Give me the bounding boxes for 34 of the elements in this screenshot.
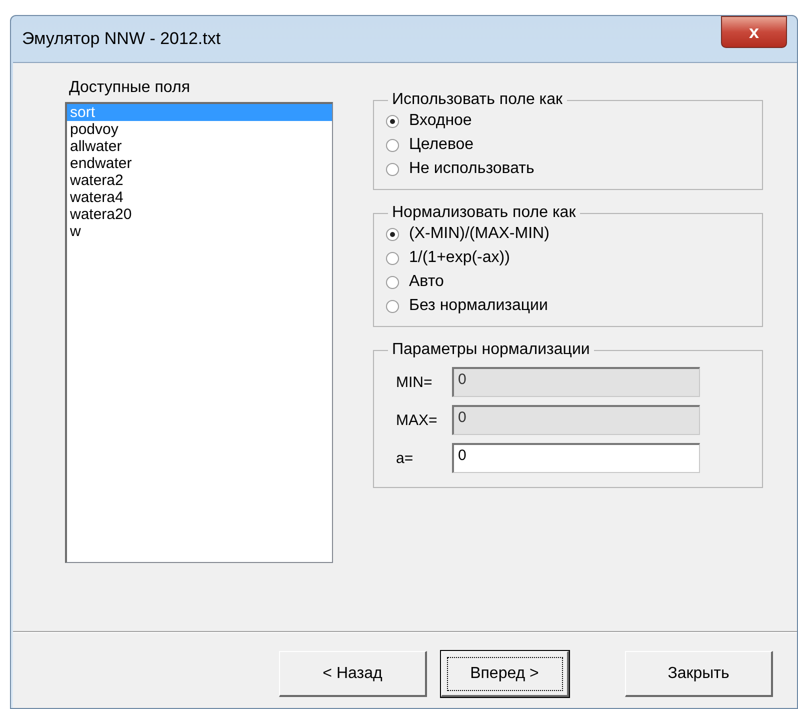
option-label: Входное bbox=[409, 112, 472, 130]
dialog-button[interactable]: Вперед > bbox=[441, 651, 569, 697]
list-item[interactable]: watera2 bbox=[67, 172, 332, 189]
radio-button[interactable] bbox=[386, 162, 399, 176]
group-title: Параметры нормализации bbox=[391, 341, 591, 359]
list-item[interactable]: w bbox=[67, 223, 332, 240]
list-item[interactable]: watera20 bbox=[67, 206, 332, 223]
param-label: MAX= bbox=[396, 412, 438, 431]
radio-button[interactable] bbox=[386, 114, 399, 128]
list-item[interactable]: allwater bbox=[67, 138, 332, 155]
option-label: Авто bbox=[409, 273, 444, 291]
radio-button[interactable] bbox=[386, 252, 399, 264]
option-label: (X-MIN)/(MAX-MIN) bbox=[409, 225, 550, 243]
radio-button[interactable] bbox=[386, 300, 399, 312]
list-item[interactable]: watera4 bbox=[67, 189, 332, 206]
group-title: Использовать поле как bbox=[391, 91, 564, 109]
option-label: Целевое bbox=[409, 136, 474, 154]
list-label: Доступные поля bbox=[69, 79, 191, 97]
dialog-button[interactable]: < Назад bbox=[279, 651, 427, 697]
window-title: Эмулятор NNW - 2012.txt bbox=[22, 29, 221, 49]
option-label: 1/(1+exp(-ax)) bbox=[409, 249, 510, 267]
group-title: Нормализовать поле как bbox=[391, 204, 577, 222]
option-label: Без нормализации bbox=[409, 297, 548, 315]
list-item[interactable]: endwater bbox=[67, 155, 332, 172]
close-button[interactable]: x bbox=[721, 16, 787, 48]
list-item[interactable]: podvoy bbox=[67, 121, 332, 138]
option-label: Не использовать bbox=[409, 160, 534, 178]
dialog-button[interactable]: Закрыть bbox=[625, 651, 773, 697]
radio-button[interactable] bbox=[386, 276, 399, 288]
param-label: a= bbox=[396, 450, 414, 469]
radio-button[interactable] bbox=[386, 138, 399, 152]
param-label: MIN= bbox=[396, 374, 434, 393]
radio-button[interactable] bbox=[386, 228, 399, 240]
input-field[interactable]: 0 bbox=[452, 443, 700, 473]
